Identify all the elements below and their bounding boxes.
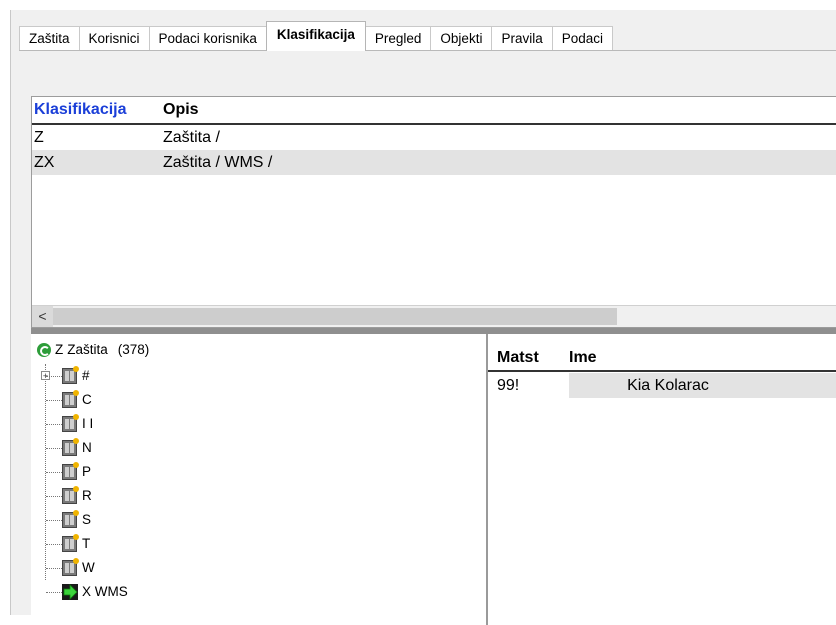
tree-node-label: C [82,392,92,407]
tree-branch-line [46,544,62,545]
tab-zastita[interactable]: Zaštita [19,26,80,50]
tab-bar: Zaštita Korisnici Podaci korisnika Klasi… [19,21,836,51]
tree-node-label: S [82,512,92,527]
cell-description: Zaštita / WMS / [163,153,273,171]
cell-matst: 99! [488,376,569,395]
column-header-klasifikacija[interactable]: Klasifikacija [32,101,163,119]
table-row[interactable]: 99! Kia Kolarac [488,373,836,398]
tree-node-label: R [82,488,92,503]
group-icon [62,486,79,504]
table-row[interactable]: Z Zaštita / [32,125,836,150]
group-icon [62,438,79,456]
cell-description: Zaštita / [163,128,220,146]
group-icon [62,558,79,576]
tree-branch-line [46,472,62,473]
cell-code: ZX [34,153,55,171]
tab-pravila[interactable]: Pravila [491,26,553,50]
group-icon [62,390,79,408]
tree-branch-line [46,568,62,569]
tab-podaci-korisnika[interactable]: Podaci korisnika [148,26,267,50]
tree-root-code: Z [55,342,64,357]
tree-root-count: (378) [117,342,150,357]
tab-korisnici[interactable]: Korisnici [78,26,150,50]
group-icon [62,462,79,480]
scrollbar-thumb[interactable] [53,308,617,325]
members-grid-header: Matst Ime [488,346,836,372]
tree-node-label: W [82,560,95,575]
tree-branch-line [46,520,62,521]
group-icon [62,414,79,432]
column-header-opis[interactable]: Opis [163,101,199,119]
group-icon [62,366,79,384]
classification-grid: Klasifikacija Opis Z Zaštita / ZX Zaštit… [31,96,836,328]
tree-branch-line [46,400,62,401]
tab-podaci[interactable]: Podaci [551,26,613,50]
horizontal-scrollbar[interactable]: < [32,305,836,327]
tab-pregled[interactable]: Pregled [364,26,432,50]
tree-branch-line [46,448,62,449]
app-window: Zaštita Korisnici Podaci korisnika Klasi… [10,10,836,625]
group-icon [62,510,79,528]
tree-node-label: X WMS [82,584,128,599]
scroll-left-icon[interactable]: < [32,306,53,327]
table-row-selected[interactable]: ZX Zaštita / WMS / [32,150,836,175]
tree-node-label: I I [82,416,94,431]
column-header-ime[interactable]: Ime [569,349,597,367]
tab-objekti[interactable]: Objekti [430,26,493,50]
tree-branch-line [46,424,62,425]
refresh-globe-icon [37,342,51,357]
cell-code: Z [34,128,44,146]
tree-node-label: # [82,368,90,383]
tree-node-label: N [82,440,92,455]
tree-node-label: T [82,536,91,551]
group-icon [62,534,79,552]
tree-branch-line [46,496,62,497]
cell-ime: Kia Kolarac [569,373,836,398]
tree-root-label: Zaštita [67,342,108,357]
tree-branch-line [46,376,62,377]
tab-klasifikacija[interactable]: Klasifikacija [265,21,366,51]
green-arrow-icon [62,584,78,600]
classification-grid-header: Klasifikacija Opis [32,97,836,125]
column-header-matst[interactable]: Matst [488,349,569,367]
tree-root[interactable]: Z Zaštita (378) [37,342,149,357]
tree-branch-line [46,592,62,593]
members-grid: Matst Ime 99! Kia Kolarac [488,334,836,625]
tree-node-label: P [82,464,92,479]
classification-tree: Z Zaštita (378) + # C I I N P R S T W X … [31,334,488,625]
